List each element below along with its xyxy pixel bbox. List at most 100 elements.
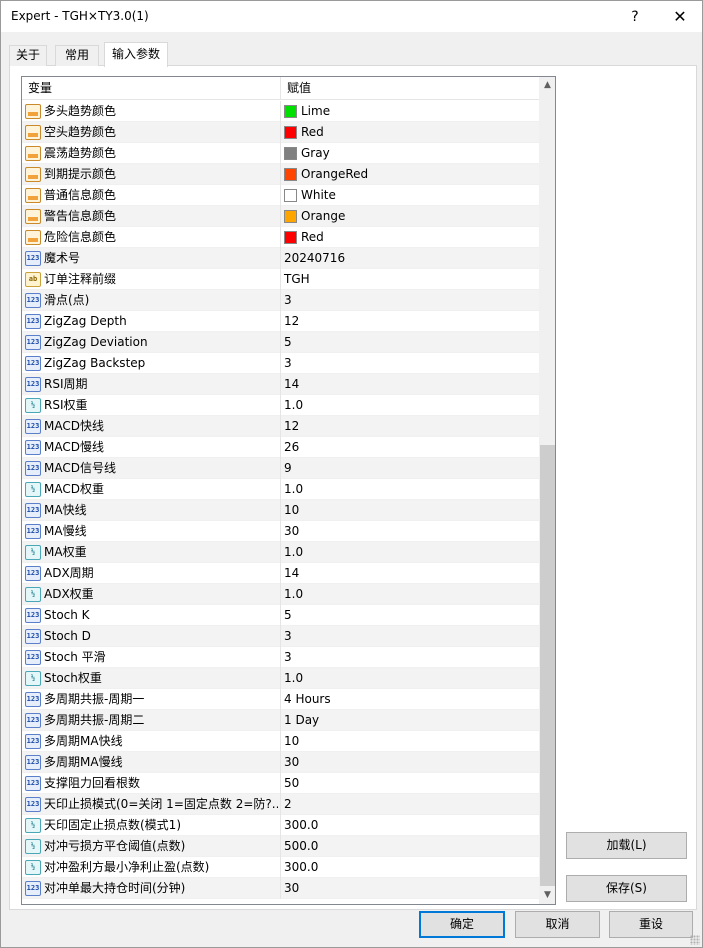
variable-cell[interactable]: 警告信息颜色 (22, 206, 281, 227)
variable-cell[interactable]: 123 魔术号 (22, 248, 281, 269)
variable-cell[interactable]: 123 Stoch D (22, 626, 281, 647)
parameter-row[interactable]: 123 ZigZag Backstep 3 (22, 353, 539, 374)
variable-cell[interactable]: ½ MA权重 (22, 542, 281, 563)
value-cell[interactable]: White (281, 185, 539, 206)
parameter-row[interactable]: 123 多周期MA慢线 30 (22, 752, 539, 773)
variable-cell[interactable]: 危险信息颜色 (22, 227, 281, 248)
value-cell[interactable]: 2 (281, 794, 539, 815)
parameter-row[interactable]: 123 Stoch D3 (22, 626, 539, 647)
tab-inputs[interactable]: 输入参数 (104, 42, 168, 67)
parameter-row[interactable]: 123 MA慢线 30 (22, 521, 539, 542)
parameter-row[interactable]: 危险信息颜色 Red (22, 227, 539, 248)
variable-cell[interactable]: 123 Stoch K (22, 605, 281, 626)
value-cell[interactable]: 1.0 (281, 584, 539, 605)
variable-cell[interactable]: 震荡趋势颜色 (22, 143, 281, 164)
value-cell[interactable]: 1.0 (281, 479, 539, 500)
variable-cell[interactable]: 123 滑点(点) (22, 290, 281, 311)
parameter-row[interactable]: 123 MA快线 10 (22, 500, 539, 521)
value-cell[interactable]: 10 (281, 500, 539, 521)
cancel-button[interactable]: 取消 (515, 911, 600, 938)
scroll-down-icon[interactable]: ▼ (539, 887, 555, 904)
parameter-row[interactable]: 123 ZigZag Deviation 5 (22, 332, 539, 353)
variable-cell[interactable]: 123 多周期共振-周期二 (22, 710, 281, 731)
variable-cell[interactable]: 123 多周期MA慢线 (22, 752, 281, 773)
variable-cell[interactable]: 123 MACD慢线 (22, 437, 281, 458)
value-cell[interactable]: 12 (281, 311, 539, 332)
value-cell[interactable]: 500.0 (281, 836, 539, 857)
parameter-row[interactable]: 123 MACD快线 12 (22, 416, 539, 437)
resize-grip-icon[interactable] (690, 935, 700, 945)
parameter-row[interactable]: 123 对冲单最大持仓时间(分钟) 30 (22, 878, 539, 899)
variable-cell[interactable]: ½ Stoch权重 (22, 668, 281, 689)
parameter-row[interactable]: ½ 天印固定止损点数(模式1) 300.0 (22, 815, 539, 836)
value-cell[interactable]: 1.0 (281, 542, 539, 563)
variable-cell[interactable]: ½ ADX权重 (22, 584, 281, 605)
parameter-row[interactable]: ½ Stoch权重 1.0 (22, 668, 539, 689)
tab-common[interactable]: 常用 (55, 45, 99, 66)
variable-cell[interactable]: 空头趋势颜色 (22, 122, 281, 143)
parameter-row[interactable]: 123 多周期共振-周期一 4 Hours (22, 689, 539, 710)
variable-cell[interactable]: 123 ZigZag Deviation (22, 332, 281, 353)
parameter-row[interactable]: 123 ADX周期 14 (22, 563, 539, 584)
value-cell[interactable]: Orange (281, 206, 539, 227)
value-cell[interactable]: 3 (281, 353, 539, 374)
parameter-row[interactable]: 123 多周期共振-周期二 1 Day (22, 710, 539, 731)
parameter-row[interactable]: 123 Stoch 平滑 3 (22, 647, 539, 668)
parameter-row[interactable]: 123 MACD慢线 26 (22, 437, 539, 458)
variable-cell[interactable]: 123 对冲单最大持仓时间(分钟) (22, 878, 281, 899)
reset-button[interactable]: 重设 (609, 911, 693, 938)
value-cell[interactable]: 1 Day (281, 710, 539, 731)
parameter-row[interactable]: 震荡趋势颜色 Gray (22, 143, 539, 164)
variable-cell[interactable]: 123 支撑阻力回看根数 (22, 773, 281, 794)
variable-cell[interactable]: ½ MACD权重 (22, 479, 281, 500)
parameter-row[interactable]: ½ RSI权重 1.0 (22, 395, 539, 416)
ok-button[interactable]: 确定 (419, 911, 505, 938)
value-cell[interactable]: 50 (281, 773, 539, 794)
value-cell[interactable]: 3 (281, 626, 539, 647)
parameter-row[interactable]: ½ 对冲亏损方平仓阈值(点数) 500.0 (22, 836, 539, 857)
variable-cell[interactable]: 123 MA快线 (22, 500, 281, 521)
parameter-row[interactable]: ½ ADX权重 1.0 (22, 584, 539, 605)
tab-about[interactable]: 关于 (9, 45, 47, 66)
vertical-scrollbar[interactable]: ▲ ▼ (539, 77, 555, 904)
close-button[interactable]: ✕ (658, 1, 702, 32)
variable-cell[interactable]: ½ RSI权重 (22, 395, 281, 416)
variable-cell[interactable]: 123 MACD信号线 (22, 458, 281, 479)
value-cell[interactable]: 4 Hours (281, 689, 539, 710)
value-cell[interactable]: 20240716 (281, 248, 539, 269)
parameter-row[interactable]: ½ 对冲盈利方最小净利止盈(点数) 300.0 (22, 857, 539, 878)
variable-cell[interactable]: 123 多周期MA快线 (22, 731, 281, 752)
save-button[interactable]: 保存(S) (566, 875, 687, 902)
value-cell[interactable]: 30 (281, 878, 539, 899)
parameter-row[interactable]: 空头趋势颜色 Red (22, 122, 539, 143)
value-cell[interactable]: 26 (281, 437, 539, 458)
value-cell[interactable]: 5 (281, 332, 539, 353)
variable-cell[interactable]: 123 多周期共振-周期一 (22, 689, 281, 710)
parameter-row[interactable]: 123 ZigZag Depth 12 (22, 311, 539, 332)
header-value[interactable]: 赋值 (281, 77, 539, 100)
value-cell[interactable]: TGH (281, 269, 539, 290)
variable-cell[interactable]: 123 MA慢线 (22, 521, 281, 542)
value-cell[interactable]: 14 (281, 563, 539, 584)
value-cell[interactable]: 300.0 (281, 815, 539, 836)
value-cell[interactable]: 9 (281, 458, 539, 479)
variable-cell[interactable]: 123 RSI周期 (22, 374, 281, 395)
value-cell[interactable]: 12 (281, 416, 539, 437)
value-cell[interactable]: 30 (281, 752, 539, 773)
load-button[interactable]: 加载(L) (566, 832, 687, 859)
value-cell[interactable]: 3 (281, 647, 539, 668)
parameter-row[interactable]: 123 滑点(点) 3 (22, 290, 539, 311)
value-cell[interactable]: 3 (281, 290, 539, 311)
value-cell[interactable]: Gray (281, 143, 539, 164)
variable-cell[interactable]: 123 MACD快线 (22, 416, 281, 437)
variable-cell[interactable]: ab 订单注释前缀 (22, 269, 281, 290)
value-cell[interactable]: OrangeRed (281, 164, 539, 185)
variable-cell[interactable]: 123 ZigZag Backstep (22, 353, 281, 374)
parameter-row[interactable]: 到期提示颜色 OrangeRed (22, 164, 539, 185)
parameter-row[interactable]: 123 多周期MA快线 10 (22, 731, 539, 752)
variable-cell[interactable]: 普通信息颜色 (22, 185, 281, 206)
scroll-thumb[interactable] (540, 445, 555, 886)
variable-cell[interactable]: ½ 对冲亏损方平仓阈值(点数) (22, 836, 281, 857)
value-cell[interactable]: 30 (281, 521, 539, 542)
value-cell[interactable]: 300.0 (281, 857, 539, 878)
